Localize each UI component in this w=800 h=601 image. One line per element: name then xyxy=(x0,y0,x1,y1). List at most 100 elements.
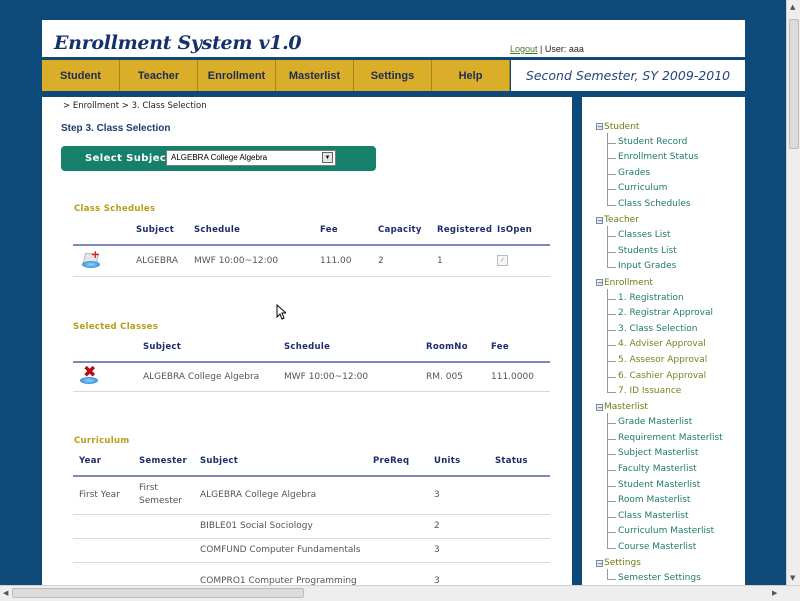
table-row: ✖ ALGEBRA College Algebra MWF 10:00~12:0… xyxy=(73,362,550,392)
tree-node-student[interactable]: − Student xyxy=(596,119,723,135)
user-bar: Logout | User: aaa xyxy=(510,44,584,54)
tree-children: 1. Registration 2. Registrar Approval 3. C… xyxy=(607,288,723,400)
col-isopen: IsOpen xyxy=(497,216,550,246)
sidebar-item-curriculum-masterlist[interactable]: Curriculum Masterlist xyxy=(607,524,723,540)
cell-units: 2 xyxy=(434,514,495,539)
nav-enrollment[interactable]: Enrollment xyxy=(198,60,276,91)
nav-masterlist[interactable]: Masterlist xyxy=(276,60,354,91)
nav-tree: − Student Student Record Enrollment Status G… xyxy=(596,119,723,585)
col-icon xyxy=(73,333,143,363)
collapse-icon[interactable]: − xyxy=(596,123,603,131)
collapse-icon[interactable]: − xyxy=(596,559,603,567)
sidebar-item-2-registrar-approval[interactable]: 2. Registrar Approval xyxy=(607,306,723,322)
logout-link[interactable]: Logout xyxy=(510,44,538,54)
cell-subject: BIBLE01 Social Sociology xyxy=(200,514,373,539)
cell-capacity: 2 xyxy=(378,245,437,277)
sidebar-item-input-grades[interactable]: Input Grades xyxy=(607,259,723,275)
tree-group-teacher: − Teacher Classes List Students List Input G… xyxy=(596,213,723,275)
sidebar-item-classes-list[interactable]: Classes List xyxy=(607,228,723,244)
table-header-row: Subject Schedule RoomNo Fee xyxy=(73,333,550,363)
tree-group-student: − Student Student Record Enrollment Status G… xyxy=(596,119,723,213)
collapse-icon[interactable]: − xyxy=(596,216,603,224)
scroll-up-icon[interactable]: ▲ xyxy=(790,3,795,11)
sidebar-item-course-masterlist[interactable]: Course Masterlist xyxy=(607,540,723,556)
selected-classes-table: Subject Schedule RoomNo Fee ✖ ALGEBRA Co… xyxy=(73,333,550,392)
page: Enrollment System v1.0 Logout | User: aa… xyxy=(0,0,786,585)
sidebar-item-student-masterlist[interactable]: Student Masterlist xyxy=(607,478,723,494)
tree-node-masterlist[interactable]: − Masterlist xyxy=(596,400,723,416)
main-content: > Enrollment > 3. Class Selection Step 3… xyxy=(42,97,572,585)
cell-status xyxy=(495,514,550,539)
sidebar-item-4-adviser-approval[interactable]: 4. Adviser Approval xyxy=(607,337,723,353)
cell-semester xyxy=(139,514,200,539)
scroll-down-icon[interactable]: ▼ xyxy=(790,574,795,582)
sidebar-item-enrollment-status[interactable]: Enrollment Status xyxy=(607,150,723,166)
cell-registered: 1 xyxy=(437,245,497,277)
tree-node-enrollment[interactable]: − Enrollment xyxy=(596,275,723,291)
sidebar-item-grades[interactable]: Grades xyxy=(607,166,723,182)
horizontal-scroll-thumb[interactable] xyxy=(12,588,304,598)
cell-subject: ALGEBRA College Algebra xyxy=(200,476,373,515)
cell-subject: ALGEBRA College Algebra xyxy=(143,362,284,392)
horizontal-scrollbar[interactable]: ◀ ▶ xyxy=(0,585,800,601)
col-prereq: PreReq xyxy=(373,447,434,477)
sidebar-item-subject-masterlist[interactable]: Subject Masterlist xyxy=(607,446,723,462)
sidebar-item-class-schedules[interactable]: Class Schedules xyxy=(607,197,723,213)
cell-fee: 111.00 xyxy=(320,245,378,277)
sidebar-item-curriculum[interactable]: Curriculum xyxy=(607,181,723,197)
cell-schedule: MWF 10:00~12:00 xyxy=(194,245,320,277)
sidebar-item-5-assesor-approval[interactable]: 5. Assesor Approval xyxy=(607,353,723,369)
tree-node-settings[interactable]: − Settings xyxy=(596,556,723,572)
table-row: BIBLE01 Social Sociology 2 xyxy=(73,514,550,539)
sidebar-item-student-record[interactable]: Student Record xyxy=(607,135,723,151)
sidebar-item-6-cashier-approval[interactable]: 6. Cashier Approval xyxy=(607,369,723,385)
sidebar-item-3-class-selection[interactable]: 3. Class Selection xyxy=(607,322,723,338)
sidebar-item-students-list[interactable]: Students List xyxy=(607,244,723,260)
col-registered: Registered xyxy=(437,216,497,246)
table-row: First Year First Semester ALGEBRA Colleg… xyxy=(73,476,550,515)
tree-node-teacher[interactable]: − Teacher xyxy=(596,213,723,229)
col-icon xyxy=(73,216,136,246)
cell-room: RM. 005 xyxy=(426,362,491,392)
col-units: Units xyxy=(434,447,495,477)
dropdown-arrow-icon[interactable]: ▼ xyxy=(322,152,333,163)
nav-teacher[interactable]: Teacher xyxy=(120,60,198,91)
sidebar-item-class-masterlist[interactable]: Class Masterlist xyxy=(607,509,723,525)
collapse-icon[interactable]: − xyxy=(596,403,603,411)
col-semester: Semester xyxy=(139,447,200,477)
page-title: Step 3. Class Selection xyxy=(61,123,171,134)
sidebar-item-requirement-masterlist[interactable]: Requirement Masterlist xyxy=(607,431,723,447)
cell-units: 3 xyxy=(434,562,495,585)
cell-year xyxy=(73,562,139,585)
sidebar-item-semester-settings[interactable]: Semester Settings xyxy=(607,571,723,585)
subject-select[interactable]: ALGEBRA College Algebra ▼ xyxy=(166,150,336,166)
cell-semester xyxy=(139,562,200,585)
col-capacity: Capacity xyxy=(378,216,437,246)
table-row: COMPRO1 Computer Programming 3 xyxy=(73,562,550,585)
col-subject: Subject xyxy=(200,447,373,477)
table-row: COMFUND Computer Fundamentals 3 xyxy=(73,538,550,563)
vertical-scroll-thumb[interactable] xyxy=(789,19,799,149)
add-class-icon[interactable]: + xyxy=(81,249,101,269)
tree-node-label: Enrollment xyxy=(604,277,653,288)
select-subject-label: Select Subject: xyxy=(85,153,176,164)
sidebar-item-room-masterlist[interactable]: Room Masterlist xyxy=(607,493,723,509)
app-title: Enrollment System v1.0 xyxy=(54,32,302,54)
remove-class-icon[interactable]: ✖ xyxy=(79,364,99,385)
scroll-left-icon[interactable]: ◀ xyxy=(3,589,8,597)
sidebar-item-7-id-issuance[interactable]: 7. ID Issuance xyxy=(607,384,723,400)
vertical-scrollbar[interactable]: ▲ ▼ xyxy=(786,0,800,585)
collapse-icon[interactable]: − xyxy=(596,279,603,287)
class-schedules-table: Subject Schedule Fee Capacity Registered… xyxy=(73,216,550,277)
scroll-right-icon[interactable]: ▶ xyxy=(772,589,777,597)
sidebar-item-1-registration[interactable]: 1. Registration xyxy=(607,291,723,307)
semester-label: Second Semester, SY 2009-2010 xyxy=(511,60,745,91)
sidebar-item-grade-masterlist[interactable]: Grade Masterlist xyxy=(607,415,723,431)
sidebar-item-faculty-masterlist[interactable]: Faculty Masterlist xyxy=(607,462,723,478)
sidebar-tree-panel: − Student Student Record Enrollment Status G… xyxy=(582,97,745,585)
nav-settings[interactable]: Settings xyxy=(354,60,432,91)
nav-help[interactable]: Help xyxy=(432,60,510,91)
nav-student[interactable]: Student xyxy=(42,60,120,91)
cell-fee: 111.0000 xyxy=(491,362,550,392)
breadcrumb: > Enrollment > 3. Class Selection xyxy=(63,101,207,111)
